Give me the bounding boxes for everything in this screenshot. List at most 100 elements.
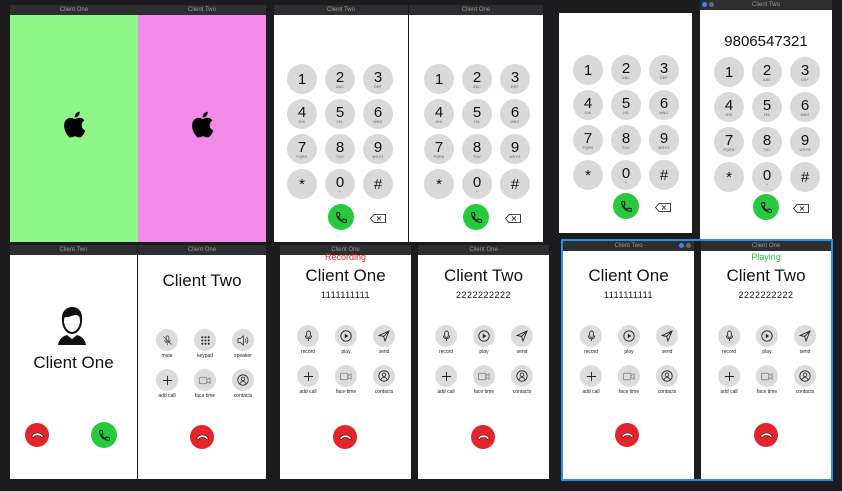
- dial-key[interactable]: 1: [714, 57, 744, 87]
- record-button[interactable]: record: [575, 325, 607, 355]
- send-button[interactable]: send: [789, 325, 821, 355]
- dial-key[interactable]: 2 ABC: [325, 64, 355, 94]
- dial-key[interactable]: 5 JKL: [325, 99, 355, 129]
- send-button[interactable]: send: [506, 325, 538, 355]
- dial-key[interactable]: 6 MNO: [500, 99, 530, 129]
- add-call-button[interactable]: add call: [713, 365, 745, 395]
- contacts-button[interactable]: contacts: [506, 365, 538, 395]
- dial-key[interactable]: 2 ABC: [462, 64, 492, 94]
- dial-key[interactable]: 7 PQRS: [287, 134, 317, 164]
- dial-key[interactable]: *: [573, 160, 603, 190]
- dial-key[interactable]: 5 JKL: [462, 99, 492, 129]
- call-button[interactable]: [613, 193, 639, 219]
- dial-key[interactable]: 0 +: [462, 169, 492, 199]
- dial-key[interactable]: 8 TUV: [325, 134, 355, 164]
- end-call-button[interactable]: [471, 425, 495, 449]
- dial-key[interactable]: 9 WXYZ: [363, 134, 393, 164]
- dial-key[interactable]: 8 TUV: [752, 127, 782, 157]
- send-button[interactable]: send: [651, 325, 683, 355]
- plus-icon: [586, 371, 596, 381]
- dial-key[interactable]: 8 TUV: [611, 125, 641, 155]
- end-call-button[interactable]: [754, 423, 778, 447]
- contacts-label: contacts: [512, 389, 532, 395]
- dial-key[interactable]: 4 GHI: [424, 99, 454, 129]
- dial-key[interactable]: *: [424, 169, 454, 199]
- dial-key[interactable]: 3 DEF: [790, 57, 820, 87]
- face-time-button[interactable]: face time: [468, 365, 500, 395]
- dial-key[interactable]: *: [714, 162, 744, 192]
- record-button[interactable]: record: [713, 325, 745, 355]
- dial-key[interactable]: 1: [424, 64, 454, 94]
- add-call-button[interactable]: add call: [151, 369, 183, 399]
- face-time-button[interactable]: face time: [189, 369, 221, 399]
- record-button[interactable]: record: [430, 325, 462, 355]
- call-button[interactable]: [328, 204, 354, 230]
- dial-key[interactable]: 6 MNO: [649, 90, 679, 120]
- dial-key[interactable]: 9 WXYZ: [500, 134, 530, 164]
- dial-key[interactable]: 2 ABC: [611, 55, 641, 85]
- dial-key[interactable]: #: [649, 160, 679, 190]
- decline-button[interactable]: [25, 423, 49, 447]
- dial-key[interactable]: 1: [573, 55, 603, 85]
- dial-key[interactable]: 7 PQRS: [573, 125, 603, 155]
- dial-key[interactable]: #: [363, 169, 393, 199]
- dial-key[interactable]: #: [790, 162, 820, 192]
- dial-key[interactable]: 2 ABC: [752, 57, 782, 87]
- face-time-button[interactable]: face time: [613, 365, 645, 395]
- dial-key[interactable]: 9 WXYZ: [649, 125, 679, 155]
- contacts-button[interactable]: contacts: [789, 365, 821, 395]
- end-call-button[interactable]: [615, 423, 639, 447]
- mute-button[interactable]: mute: [151, 329, 183, 359]
- dial-key[interactable]: 3 DEF: [363, 64, 393, 94]
- dial-key[interactable]: 4 GHI: [573, 90, 603, 120]
- contacts-button[interactable]: contacts: [368, 365, 400, 395]
- dial-key[interactable]: 1: [287, 64, 317, 94]
- face-time-button[interactable]: face time: [751, 365, 783, 395]
- play-button[interactable]: play: [330, 325, 362, 355]
- dial-key[interactable]: 7 PQRS: [714, 127, 744, 157]
- add-call-button[interactable]: add call: [575, 365, 607, 395]
- send-button[interactable]: send: [368, 325, 400, 355]
- dial-key[interactable]: 5 JKL: [752, 92, 782, 122]
- backspace-icon[interactable]: [655, 203, 671, 212]
- speaker-button[interactable]: speaker: [227, 329, 259, 359]
- incoming-call-window: Client Two Client One: [10, 245, 137, 479]
- face-time-button[interactable]: face time: [330, 365, 362, 395]
- add-call-button[interactable]: add call: [430, 365, 462, 395]
- contacts-button[interactable]: contacts: [227, 369, 259, 399]
- end-call-button[interactable]: [190, 425, 214, 449]
- call-button[interactable]: [753, 194, 779, 220]
- keypad-button[interactable]: keypad: [189, 329, 221, 359]
- backspace-icon[interactable]: [505, 214, 521, 223]
- play-button[interactable]: play: [468, 325, 500, 355]
- add-call-button[interactable]: add call: [292, 365, 324, 395]
- dial-key[interactable]: #: [500, 169, 530, 199]
- dial-key[interactable]: 9 WXYZ: [790, 127, 820, 157]
- dial-key[interactable]: 0 +: [752, 162, 782, 192]
- dial-key[interactable]: 0 +: [611, 160, 641, 190]
- dial-key[interactable]: 5 JKL: [611, 90, 641, 120]
- dial-key-digit: #: [659, 166, 669, 184]
- record-button[interactable]: record: [292, 325, 324, 355]
- dial-key-letters: DEF: [511, 84, 519, 89]
- backspace-icon[interactable]: [793, 204, 809, 213]
- dial-key[interactable]: 3 DEF: [649, 55, 679, 85]
- play-icon: [478, 330, 490, 342]
- dial-key[interactable]: 3 DEF: [500, 64, 530, 94]
- call-button[interactable]: [463, 204, 489, 230]
- dial-key[interactable]: 6 MNO: [363, 99, 393, 129]
- dial-key[interactable]: 0 +: [325, 169, 355, 199]
- dial-key[interactable]: 4 GHI: [714, 92, 744, 122]
- backspace-icon[interactable]: [370, 214, 386, 223]
- accept-button[interactable]: [91, 422, 117, 448]
- end-call-button[interactable]: [333, 425, 357, 449]
- play-button[interactable]: play: [613, 325, 645, 355]
- dial-key[interactable]: *: [287, 169, 317, 199]
- dial-key[interactable]: 6 MNO: [790, 92, 820, 122]
- add-call-label: add call: [720, 389, 738, 395]
- dial-key[interactable]: 8 TUV: [462, 134, 492, 164]
- contacts-button[interactable]: contacts: [651, 365, 683, 395]
- dial-key[interactable]: 7 PQRS: [424, 134, 454, 164]
- dial-key[interactable]: 4 GHI: [287, 99, 317, 129]
- play-button[interactable]: play: [751, 325, 783, 355]
